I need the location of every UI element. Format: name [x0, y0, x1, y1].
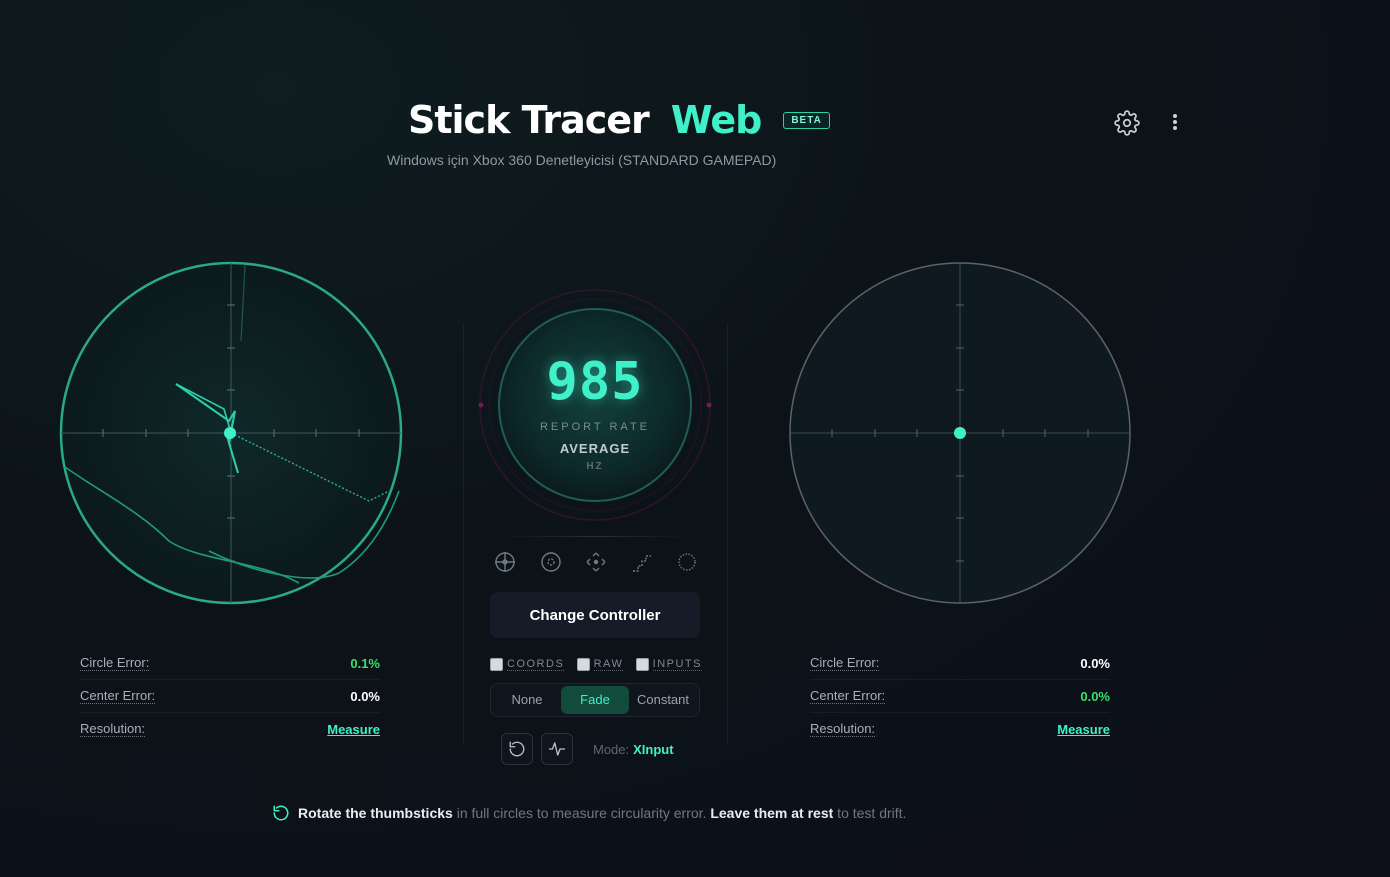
settings-button[interactable] [1114, 110, 1140, 136]
gear-icon [1114, 110, 1140, 136]
menu-button[interactable] [1164, 110, 1186, 136]
circle-target-icon [540, 552, 561, 572]
inputs-toggle[interactable]: INPUTS [635, 658, 702, 671]
beta-badge: BETA [783, 111, 830, 129]
right-stick-tracer [788, 261, 1132, 605]
rotate-icon [273, 805, 289, 821]
report-rate-average: AVERAGE [559, 441, 631, 456]
view-mode-toolbar [491, 548, 701, 576]
center-error-label: Center Error: [810, 687, 886, 704]
measure-link[interactable]: Measure [327, 722, 380, 737]
reset-icon [509, 741, 525, 757]
pulse-button[interactable] [541, 733, 573, 765]
trail-mode-constant[interactable]: Constant [629, 686, 697, 714]
raw-toggle[interactable]: RAW [576, 658, 624, 671]
report-rate-label: REPORT RATE [539, 421, 651, 433]
circle-error-label: Circle Error: [810, 654, 880, 671]
pulse-icon [548, 742, 566, 756]
inputs-checkbox[interactable] [635, 658, 649, 671]
center-error-label: Center Error: [80, 687, 156, 704]
report-rate-value: 985 [546, 352, 644, 412]
circle-error-row: Circle Error: 0.0% [810, 647, 1110, 680]
view-mode-move[interactable] [582, 548, 610, 576]
raw-checkbox[interactable] [576, 658, 590, 671]
crosshair-icon [495, 552, 515, 572]
title-accent: Web [670, 98, 763, 142]
title-main: Stick Tracer [408, 98, 650, 142]
reset-button[interactable] [501, 733, 533, 765]
left-stick-tracer [59, 261, 403, 605]
center-error-value: 0.0% [1080, 688, 1110, 704]
coords-toggle[interactable]: COORDS [490, 658, 565, 671]
view-mode-dotted-circle[interactable] [673, 548, 701, 576]
view-mode-target[interactable] [537, 548, 565, 576]
hint-text-1: in full circles to measure circularity e… [452, 805, 711, 821]
resolution-row: Resolution: Measure [810, 713, 1110, 745]
view-mode-stairs[interactable] [628, 548, 656, 576]
left-stick-stats: Circle Error: 0.1% Center Error: 0.0% Re… [80, 647, 380, 745]
view-mode-crosshair[interactable] [491, 548, 519, 576]
circle-error-label: Circle Error: [80, 654, 150, 671]
stairs-icon [632, 555, 651, 572]
hint-text-2: to test drift. [833, 805, 907, 821]
input-mode-value: XInput [633, 742, 674, 757]
coords-checkbox[interactable] [490, 658, 503, 671]
instruction-hint: Rotate the thumbsticks in full circles t… [272, 804, 906, 822]
input-mode: Mode: XInput [593, 742, 674, 757]
raw-label: RAW [593, 658, 624, 671]
hint-strong-2: Leave them at rest [710, 805, 834, 821]
hint-text: Rotate the thumbsticks in full circles t… [298, 805, 906, 821]
move-arrows-icon [586, 552, 606, 572]
resolution-row: Resolution: Measure [80, 713, 380, 745]
kebab-menu-icon [1173, 114, 1177, 130]
dotted-circle-icon [678, 553, 696, 571]
hint-strong-1: Rotate the thumbsticks [298, 805, 453, 821]
change-controller-button[interactable]: Change Controller [490, 592, 700, 638]
circle-error-value: 0.0% [1080, 655, 1110, 671]
inputs-label: INPUTS [652, 658, 702, 671]
trail-mode-selector: None Fade Constant [490, 683, 700, 717]
right-stick-stats: Circle Error: 0.0% Center Error: 0.0% Re… [810, 647, 1110, 745]
center-error-row: Center Error: 0.0% [810, 680, 1110, 713]
divider [500, 536, 690, 537]
trail-mode-fade[interactable]: Fade [561, 686, 629, 714]
app-title: Stick Tracer Web BETA [408, 98, 830, 142]
circle-error-value: 0.1% [350, 655, 380, 671]
center-error-value: 0.0% [350, 688, 380, 704]
center-error-row: Center Error: 0.0% [80, 680, 380, 713]
controller-subtitle: Windows için Xbox 360 Denetleyicisi (STA… [387, 152, 777, 168]
circle-error-row: Circle Error: 0.1% [80, 647, 380, 680]
trail-mode-none[interactable]: None [493, 686, 561, 714]
measure-link[interactable]: Measure [1057, 722, 1110, 737]
resolution-label: Resolution: [80, 720, 146, 737]
coords-label: COORDS [507, 658, 565, 671]
resolution-label: Resolution: [810, 720, 876, 737]
display-toggles: COORDS RAW INPUTS [490, 658, 702, 671]
report-rate-unit: HZ [586, 461, 604, 472]
input-mode-label: Mode: [593, 742, 630, 757]
